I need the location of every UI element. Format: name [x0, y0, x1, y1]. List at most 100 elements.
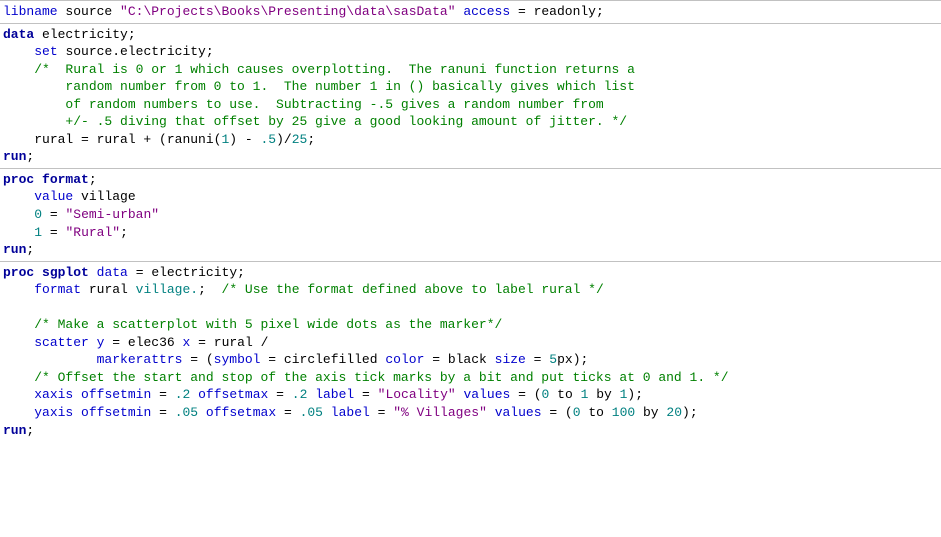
operator-eq: = — [284, 405, 292, 420]
comment-text: random number from 0 to 1. The number 1 … — [3, 79, 635, 94]
semicolon: ; — [237, 265, 245, 280]
keyword-run: run — [3, 242, 26, 257]
code-block-proc-format: proc format; value village 0 = "Semi-urb… — [0, 168, 941, 261]
number-literal: 1 — [34, 225, 42, 240]
keyword-to: to — [588, 405, 604, 420]
keyword-y: y — [97, 335, 105, 350]
operator-eq: = — [159, 405, 167, 420]
dataset-ref: source.electricity — [65, 44, 205, 59]
comment-text: /* Use the format defined above to label… — [222, 282, 604, 297]
code-line: libname source "C:\Projects\Books\Presen… — [3, 3, 938, 21]
string-literal: "Rural" — [65, 225, 120, 240]
keyword-values: values — [495, 405, 542, 420]
operator-eq: = — [50, 225, 58, 240]
keyword-label: label — [315, 387, 354, 402]
number-literal: .5 — [260, 132, 276, 147]
keyword-value: value — [34, 189, 73, 204]
keyword-run: run — [3, 423, 26, 438]
keyword-sgplot: sgplot — [42, 265, 89, 280]
semicolon: ; — [596, 4, 604, 19]
keyword-access: access — [463, 4, 510, 19]
keyword-offsetmin: offsetmin — [81, 387, 151, 402]
number-literal: 20 — [666, 405, 682, 420]
keyword-by: by — [643, 405, 659, 420]
semicolon: ; — [120, 225, 128, 240]
operator-eq: = — [276, 387, 284, 402]
number-literal: 1 — [581, 387, 589, 402]
keyword-markerattrs: markerattrs — [97, 352, 183, 367]
number-literal: .2 — [175, 387, 191, 402]
string-literal: "% Villages" — [393, 405, 487, 420]
keyword-data-opt: data — [97, 265, 128, 280]
string-literal: "Semi-urban" — [65, 207, 159, 222]
keyword-xaxis: xaxis — [34, 387, 73, 402]
format-name: village — [81, 189, 136, 204]
number-literal: 0 — [573, 405, 581, 420]
operator-eq: = — [378, 405, 386, 420]
keyword-libname: libname — [3, 4, 58, 19]
semicolon: ; — [128, 27, 136, 42]
keyword-label: label — [331, 405, 370, 420]
keyword-by: by — [596, 387, 612, 402]
comment-text: /* Make a scatterplot with 5 pixel wide … — [34, 317, 502, 332]
paren-open: = ( — [190, 352, 213, 367]
operator-eq: = — [198, 335, 206, 350]
number-literal: 0 — [34, 207, 42, 222]
code-line: proc sgplot data = electricity; format r… — [3, 264, 938, 439]
keyword-format: format — [42, 172, 89, 187]
semicolon: ; — [206, 44, 214, 59]
paren-close-semi: ); — [627, 387, 643, 402]
format-ref: village. — [136, 282, 198, 297]
keyword-offsetmax: offsetmax — [198, 387, 268, 402]
operator-eq: = — [432, 352, 440, 367]
code-block-data-step: data electricity; set source.electricity… — [0, 23, 941, 168]
value: black — [448, 352, 487, 367]
code-line: proc format; value village 0 = "Semi-urb… — [3, 171, 938, 259]
semicolon: ; — [198, 282, 206, 297]
operator-eq: = — [362, 387, 370, 402]
comment-text: of random numbers to use. Subtracting -.… — [3, 97, 604, 112]
semicolon: ; — [89, 172, 97, 187]
keyword-set: set — [34, 44, 57, 59]
semicolon: ; — [307, 132, 315, 147]
code-block-libname: libname source "C:\Projects\Books\Presen… — [0, 0, 941, 23]
keyword-symbol: symbol — [214, 352, 261, 367]
number-literal: 5 — [549, 352, 557, 367]
operator-eq: = — [518, 4, 526, 19]
number-literal: .2 — [292, 387, 308, 402]
expr: )/ — [276, 132, 292, 147]
code-line: data electricity; set source.electricity… — [3, 26, 938, 166]
unit: px — [557, 352, 573, 367]
semicolon: ; — [26, 149, 34, 164]
comment-text: /* Offset the start and stop of the axis… — [34, 370, 728, 385]
operator-eq: = — [50, 207, 58, 222]
semicolon: ; — [26, 423, 34, 438]
keyword-x: x — [183, 335, 191, 350]
number-literal: 25 — [292, 132, 308, 147]
dataset-name: electricity — [42, 27, 128, 42]
semicolon: ; — [26, 242, 34, 257]
string-literal: "Locality" — [378, 387, 456, 402]
paren: = ( — [518, 387, 541, 402]
operator-eq: = — [534, 352, 542, 367]
keyword-offsetmax: offsetmax — [206, 405, 276, 420]
number-literal: 100 — [612, 405, 635, 420]
keyword-yaxis: yaxis — [34, 405, 73, 420]
paren-close-semi: ); — [682, 405, 698, 420]
comment-text: /* Rural is 0 or 1 which causes overplot… — [34, 62, 635, 77]
keyword-values: values — [463, 387, 510, 402]
keyword-to: to — [557, 387, 573, 402]
operator-eq: = — [136, 265, 144, 280]
variable: rural — [89, 282, 128, 297]
variable: rural — [214, 335, 253, 350]
keyword-format-stmt: format — [34, 282, 81, 297]
keyword-run: run — [3, 149, 26, 164]
value: circlefilled — [284, 352, 378, 367]
keyword-color: color — [385, 352, 424, 367]
identifier: source — [65, 4, 112, 19]
string-literal: "C:\Projects\Books\Presenting\data\sasDa… — [120, 4, 455, 19]
number-literal: .05 — [175, 405, 198, 420]
paren: = ( — [549, 405, 572, 420]
keyword-data: data — [3, 27, 34, 42]
slash: / — [261, 335, 269, 350]
